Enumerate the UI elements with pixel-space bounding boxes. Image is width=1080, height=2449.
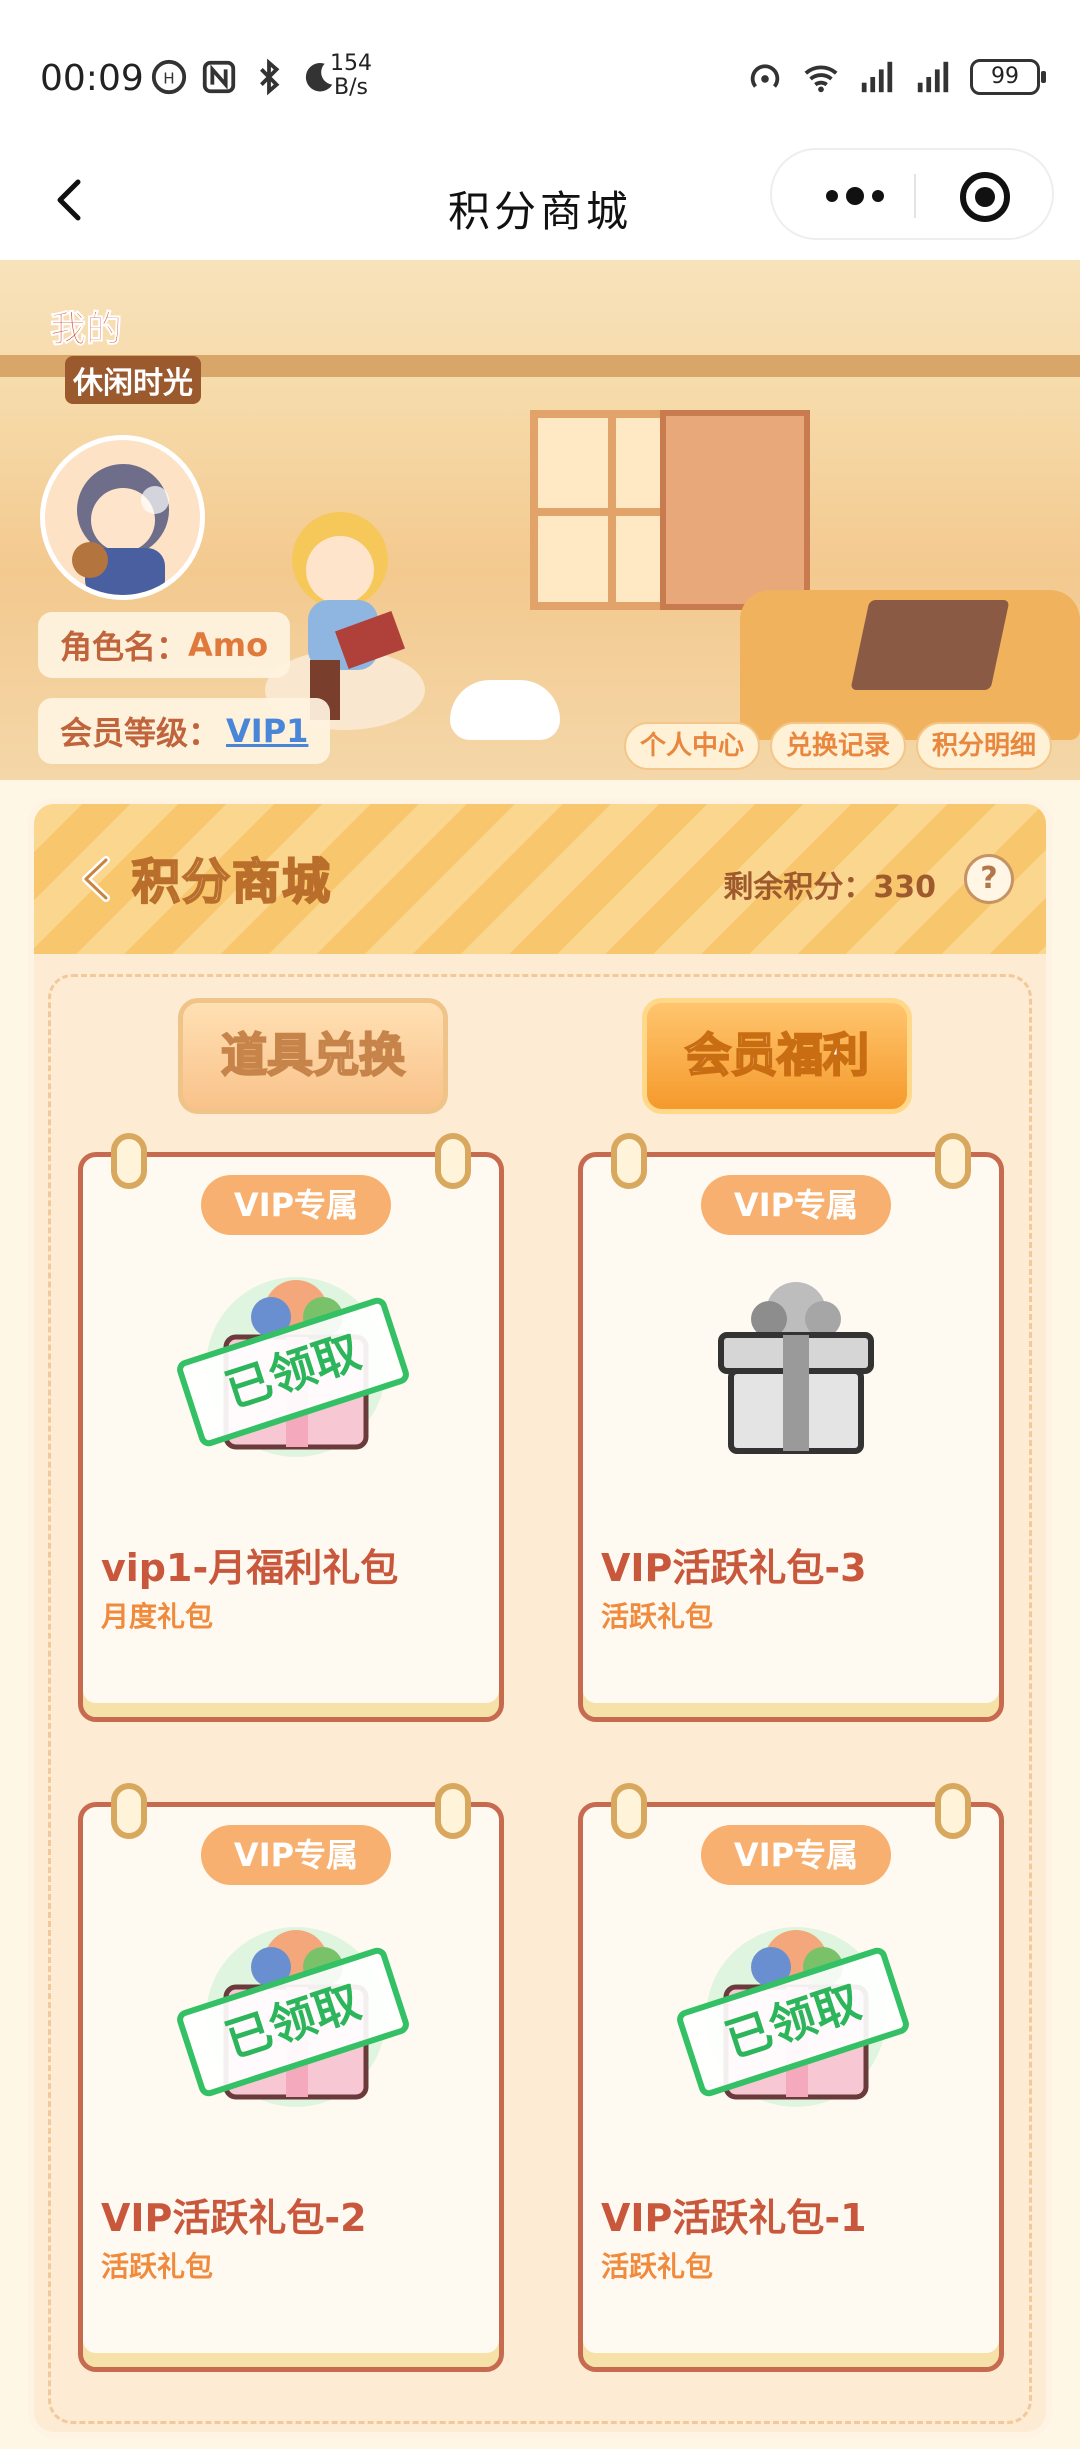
gift-type: 活跃礼包 xyxy=(601,1600,714,1633)
gift-name: VIP活跃礼包-3 xyxy=(601,1546,867,1590)
card-ring xyxy=(611,1783,647,1839)
more-dots-icon[interactable] xyxy=(820,180,890,212)
bluetooth-icon xyxy=(260,58,280,96)
card-ring xyxy=(935,1133,971,1189)
status-icons-right: 99 xyxy=(746,58,1046,96)
logo-line-2: 休闲时光 xyxy=(65,356,201,404)
status-time: 00:09 xyxy=(40,58,144,99)
card-ring xyxy=(935,1783,971,1839)
remaining-points-value: 330 xyxy=(873,870,936,905)
network-speed-value: 154 xyxy=(330,51,372,76)
gift-name: vip1-月福利礼包 xyxy=(101,1546,399,1590)
gift-card[interactable]: VIP专属 已领取 VIP活跃礼包-1 活跃礼包 xyxy=(578,1783,1004,2372)
hotspot-icon xyxy=(750,64,780,88)
svg-text:H: H xyxy=(163,70,174,88)
status-bar: 00:09 H 154 B/s 99 xyxy=(0,0,1080,140)
card-ring xyxy=(111,1133,147,1189)
gift-type: 月度礼包 xyxy=(101,1600,214,1633)
role-name-label: 角色名： xyxy=(60,628,189,666)
vip-exclusive-badge: VIP专属 xyxy=(201,1175,391,1235)
gift-box-icon xyxy=(718,1282,874,1454)
banner-shelf-illustration xyxy=(660,410,810,610)
panel-back-icon[interactable] xyxy=(76,852,116,906)
signal-icon xyxy=(861,61,893,93)
avatar[interactable] xyxy=(40,435,205,600)
tab-item-exchange[interactable]: 道具兑换 xyxy=(178,998,448,1114)
remaining-points: 剩余积分：330 xyxy=(723,862,936,906)
nav-bar: 积分商城 xyxy=(0,140,1080,260)
hd-icon: H xyxy=(151,59,187,95)
role-name-value: Amo xyxy=(188,626,269,664)
gift-card[interactable]: VIP专属 已领取 vip1-月福利礼包 月度礼包 xyxy=(78,1133,504,1722)
gift-type: 活跃礼包 xyxy=(101,2250,214,2283)
member-level-pill: 会员等级： VIP1 xyxy=(38,698,331,764)
remaining-points-label: 剩余积分： xyxy=(723,870,874,905)
member-level-label: 会员等级： xyxy=(60,714,221,752)
cat-illustration xyxy=(450,680,560,740)
vip-exclusive-badge: VIP专属 xyxy=(701,1825,891,1885)
vip-exclusive-badge: VIP专属 xyxy=(201,1825,391,1885)
status-icons-left: H xyxy=(150,58,338,96)
exchange-history-button[interactable]: 兑换记录 xyxy=(769,722,906,770)
role-name-pill: 角色名： Amo xyxy=(38,612,291,678)
profile-banner: 我的 休闲时光 角色名： Amo 会员等级： VIP1 个人中心 兑换记录 积分… xyxy=(0,260,1080,780)
tab-member-benefits[interactable]: 会员福利 xyxy=(642,998,912,1114)
card-ring xyxy=(611,1133,647,1189)
card-ring xyxy=(111,1783,147,1839)
battery-indicator: 99 xyxy=(970,59,1046,95)
vip-exclusive-badge: VIP专属 xyxy=(701,1175,891,1235)
personal-center-button[interactable]: 个人中心 xyxy=(623,722,760,770)
capsule-divider xyxy=(914,174,916,218)
member-level-link[interactable]: VIP1 xyxy=(226,712,308,750)
logo-line-1: 我的 xyxy=(49,309,123,351)
gift-card[interactable]: VIP专属 已领取 VIP活跃礼包-2 活跃礼包 xyxy=(78,1783,504,2372)
panel-title: 积分商城 xyxy=(131,853,333,911)
points-mall-panel: 积分商城 剩余积分：330 ? 道具兑换 会员福利 VIP专属 已领取 vip1… xyxy=(28,798,1052,2438)
profile-actions: 个人中心 兑换记录 积分明细 xyxy=(623,722,1052,770)
points-detail-button[interactable]: 积分明细 xyxy=(915,722,1052,770)
gift-name: VIP活跃礼包-2 xyxy=(101,2196,367,2240)
signal-icon xyxy=(917,61,949,93)
laptop-illustration xyxy=(850,600,1010,690)
card-ring xyxy=(435,1133,471,1189)
mini-program-capsule xyxy=(770,148,1054,240)
panel-header: 积分商城 剩余积分：330 ? xyxy=(34,804,1046,954)
avatar-image xyxy=(72,464,169,595)
girl-illustration xyxy=(265,512,425,730)
card-ring xyxy=(435,1783,471,1839)
gift-type: 活跃礼包 xyxy=(601,2250,714,2283)
help-icon[interactable]: ? xyxy=(964,854,1014,904)
network-speed-unit: B/s xyxy=(334,75,368,100)
close-target-icon[interactable] xyxy=(958,170,1012,224)
game-logo: 我的 休闲时光 xyxy=(20,270,220,410)
gift-name: VIP活跃礼包-1 xyxy=(601,2196,867,2240)
gift-card[interactable]: VIP专属 VIP活跃礼包-3 活跃礼包 xyxy=(578,1133,1004,1722)
nfc-icon xyxy=(202,60,236,94)
network-speed: 154 B/s xyxy=(326,52,376,100)
wifi-icon xyxy=(804,65,838,93)
